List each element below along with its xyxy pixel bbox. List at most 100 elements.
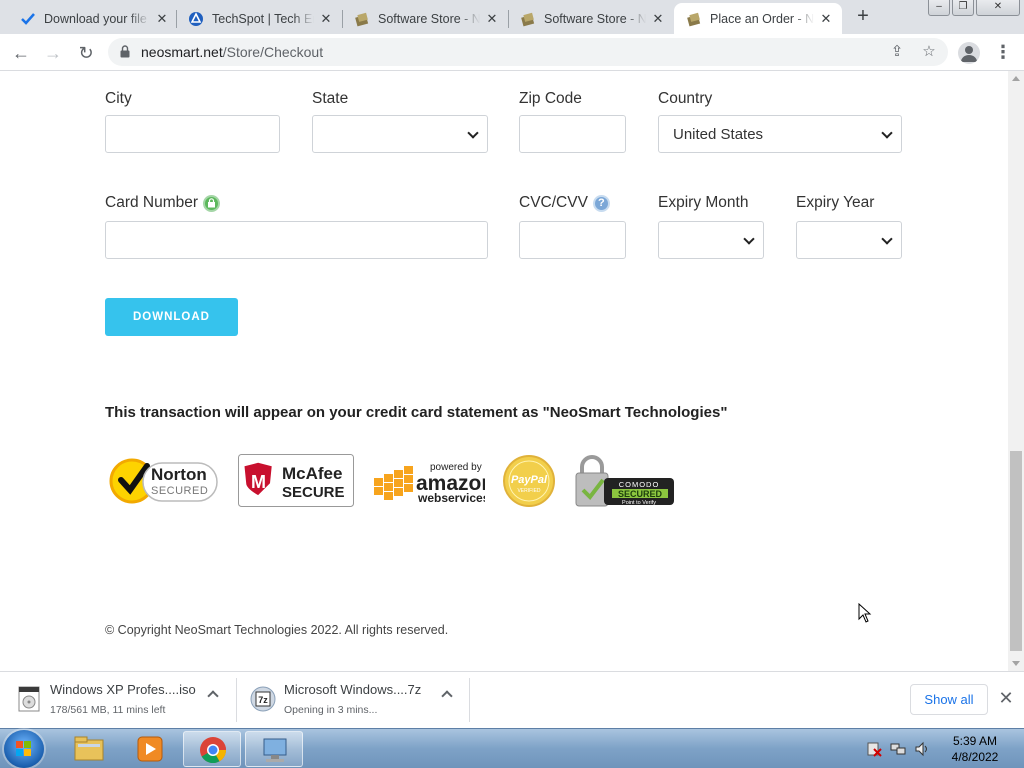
mcafee-secure-text: SECURE — [282, 484, 345, 501]
back-arrow-icon[interactable]: ← — [8, 40, 34, 66]
tab-techspot[interactable]: TechSpot | Tech Ent ✕ — [176, 3, 342, 34]
download-status: 178/561 MB, 11 mins left — [50, 704, 166, 716]
scroll-down-icon[interactable] — [1012, 661, 1020, 666]
media-player-icon — [137, 736, 163, 762]
download-button[interactable]: DOWNLOAD — [105, 298, 238, 336]
country-select[interactable]: United States — [658, 115, 902, 153]
computer-icon — [263, 738, 287, 762]
address-bar[interactable]: neosmart.net/Store/Checkout ⇪ ☆ — [108, 38, 948, 66]
tab-place-an-order[interactable]: Place an Order - Ne ✕ — [674, 3, 842, 34]
comodo-secured-text: SECURED — [618, 489, 663, 499]
chevron-down-icon — [881, 233, 893, 245]
volume-icon[interactable] — [914, 741, 930, 757]
clock-date: 4/8/2022 — [951, 750, 999, 764]
close-icon[interactable]: ✕ — [996, 688, 1016, 708]
zip-input[interactable] — [519, 115, 626, 153]
norton-secured-text: SECURED — [151, 485, 208, 497]
chrome-taskbar-button[interactable] — [183, 731, 241, 767]
page-scrollbar[interactable] — [1008, 71, 1024, 671]
mcafee-secure-seal[interactable]: M McAfee SECURE — [238, 454, 354, 508]
network-icon[interactable] — [890, 741, 906, 757]
explorer-taskbar-button[interactable] — [60, 731, 118, 767]
country-label: Country — [658, 90, 713, 107]
url-text: neosmart.net/Store/Checkout — [141, 44, 324, 60]
download-filename: Microsoft Windows....7z — [284, 682, 422, 697]
tab-software-store-1[interactable]: Software Store - Ne ✕ — [342, 3, 508, 34]
tab-strip: Download your file ✕ TechSpot | Tech Ent… — [0, 0, 1024, 34]
card-number-label-text: Card Number — [105, 194, 199, 211]
billing-notice: This transaction will appear on your cre… — [105, 404, 728, 421]
download-filename: Windows XP Profes....iso — [50, 682, 196, 697]
close-icon[interactable]: ✕ — [650, 11, 666, 27]
lock-icon[interactable] — [120, 45, 130, 58]
help-icon[interactable]: ? — [592, 194, 610, 212]
tab-title: Software Store - Ne — [378, 11, 480, 26]
start-button[interactable] — [4, 730, 44, 768]
close-icon[interactable]: ✕ — [154, 11, 170, 27]
minimize-button[interactable]: ‒ — [928, 0, 950, 16]
aws-powered-seal[interactable]: powered by amazon webservices — [372, 454, 485, 508]
chevron-up-icon[interactable] — [441, 690, 453, 702]
shelf-divider — [469, 678, 470, 722]
aws-webservices-text: webservices — [417, 491, 485, 505]
reload-icon[interactable]: ↻ — [73, 40, 99, 66]
tab-title: TechSpot | Tech Ent — [212, 11, 314, 26]
iso-file-icon — [18, 686, 40, 712]
close-icon[interactable]: ✕ — [484, 11, 500, 27]
state-select[interactable] — [312, 115, 488, 153]
card-number-label: Card Number — [105, 194, 221, 212]
paypal-verified-seal[interactable]: PayPal VERIFIED — [502, 454, 556, 508]
scroll-up-icon[interactable] — [1012, 76, 1020, 81]
copyright-text: © Copyright NeoSmart Technologies 2022. … — [105, 623, 449, 637]
tab-title: Software Store - Ne — [544, 11, 646, 26]
shelf-divider — [236, 678, 237, 722]
cvc-input[interactable] — [519, 221, 626, 259]
show-all-button[interactable]: Show all — [910, 684, 988, 715]
paypal-text: PayPal — [511, 474, 548, 486]
media-player-taskbar-button[interactable] — [121, 731, 179, 767]
control-panel-taskbar-button[interactable] — [245, 731, 303, 767]
mouse-cursor-icon — [858, 603, 872, 623]
download-shelf: Windows XP Profes....iso 178/561 MB, 11 … — [0, 671, 1024, 728]
more-menu-icon[interactable]: ⋮ — [994, 42, 1012, 64]
tab-software-store-2[interactable]: Software Store - Ne ✕ — [508, 3, 674, 34]
close-icon[interactable]: ✕ — [818, 11, 834, 27]
svg-text:M: M — [251, 472, 266, 492]
paypal-verified-text: VERIFIED — [517, 488, 540, 494]
expiry-month-select[interactable] — [658, 221, 764, 259]
tab-download-your-file[interactable]: Download your file ✕ — [8, 3, 178, 34]
expiry-year-select[interactable] — [796, 221, 902, 259]
profile-avatar-icon[interactable] — [958, 42, 980, 64]
system-clock[interactable]: 5:39 AM 4/8/2022 — [940, 733, 1010, 765]
neosmart-icon — [354, 11, 370, 27]
tab-title: Download your file — [44, 11, 147, 26]
checkmark-icon — [20, 11, 36, 27]
download-item-windows-xp[interactable]: Windows XP Profes....iso 178/561 MB, 11 … — [16, 678, 226, 722]
city-input[interactable] — [105, 115, 280, 153]
bookmark-star-icon[interactable]: ☆ — [920, 43, 938, 61]
comodo-secured-seal[interactable]: COMODO SECURED Point to Verify — [574, 454, 675, 508]
7z-file-icon: 7z — [250, 686, 276, 712]
download-item-microsoft-windows[interactable]: 7z Microsoft Windows....7z Opening in 3 … — [250, 678, 460, 722]
new-tab-button[interactable]: + — [852, 6, 874, 28]
action-center-icon[interactable] — [866, 741, 882, 757]
chrome-icon — [200, 737, 227, 764]
scrollbar-thumb[interactable] — [1010, 451, 1022, 651]
norton-secured-seal[interactable]: Norton SECURED — [105, 454, 219, 508]
chevron-down-icon — [743, 233, 755, 245]
tab-title: Place an Order - Ne — [710, 11, 814, 26]
mcafee-text: McAfee — [282, 464, 342, 483]
chevron-down-icon — [467, 127, 479, 139]
cvc-label-text: CVC/CVV — [519, 194, 588, 211]
norton-text: Norton — [151, 465, 207, 484]
chevron-up-icon[interactable] — [207, 690, 219, 702]
checkout-page: City State Zip Code Country United State… — [0, 71, 1008, 671]
window-close-button[interactable]: ✕ — [976, 0, 1020, 16]
comodo-text: COMODO — [619, 480, 660, 489]
forward-arrow-icon[interactable]: → — [40, 40, 66, 66]
card-number-input[interactable] — [105, 221, 488, 259]
city-label: City — [105, 90, 132, 107]
share-icon[interactable]: ⇪ — [888, 43, 906, 61]
restore-button[interactable]: ❐ — [952, 0, 974, 16]
close-icon[interactable]: ✕ — [318, 11, 334, 27]
